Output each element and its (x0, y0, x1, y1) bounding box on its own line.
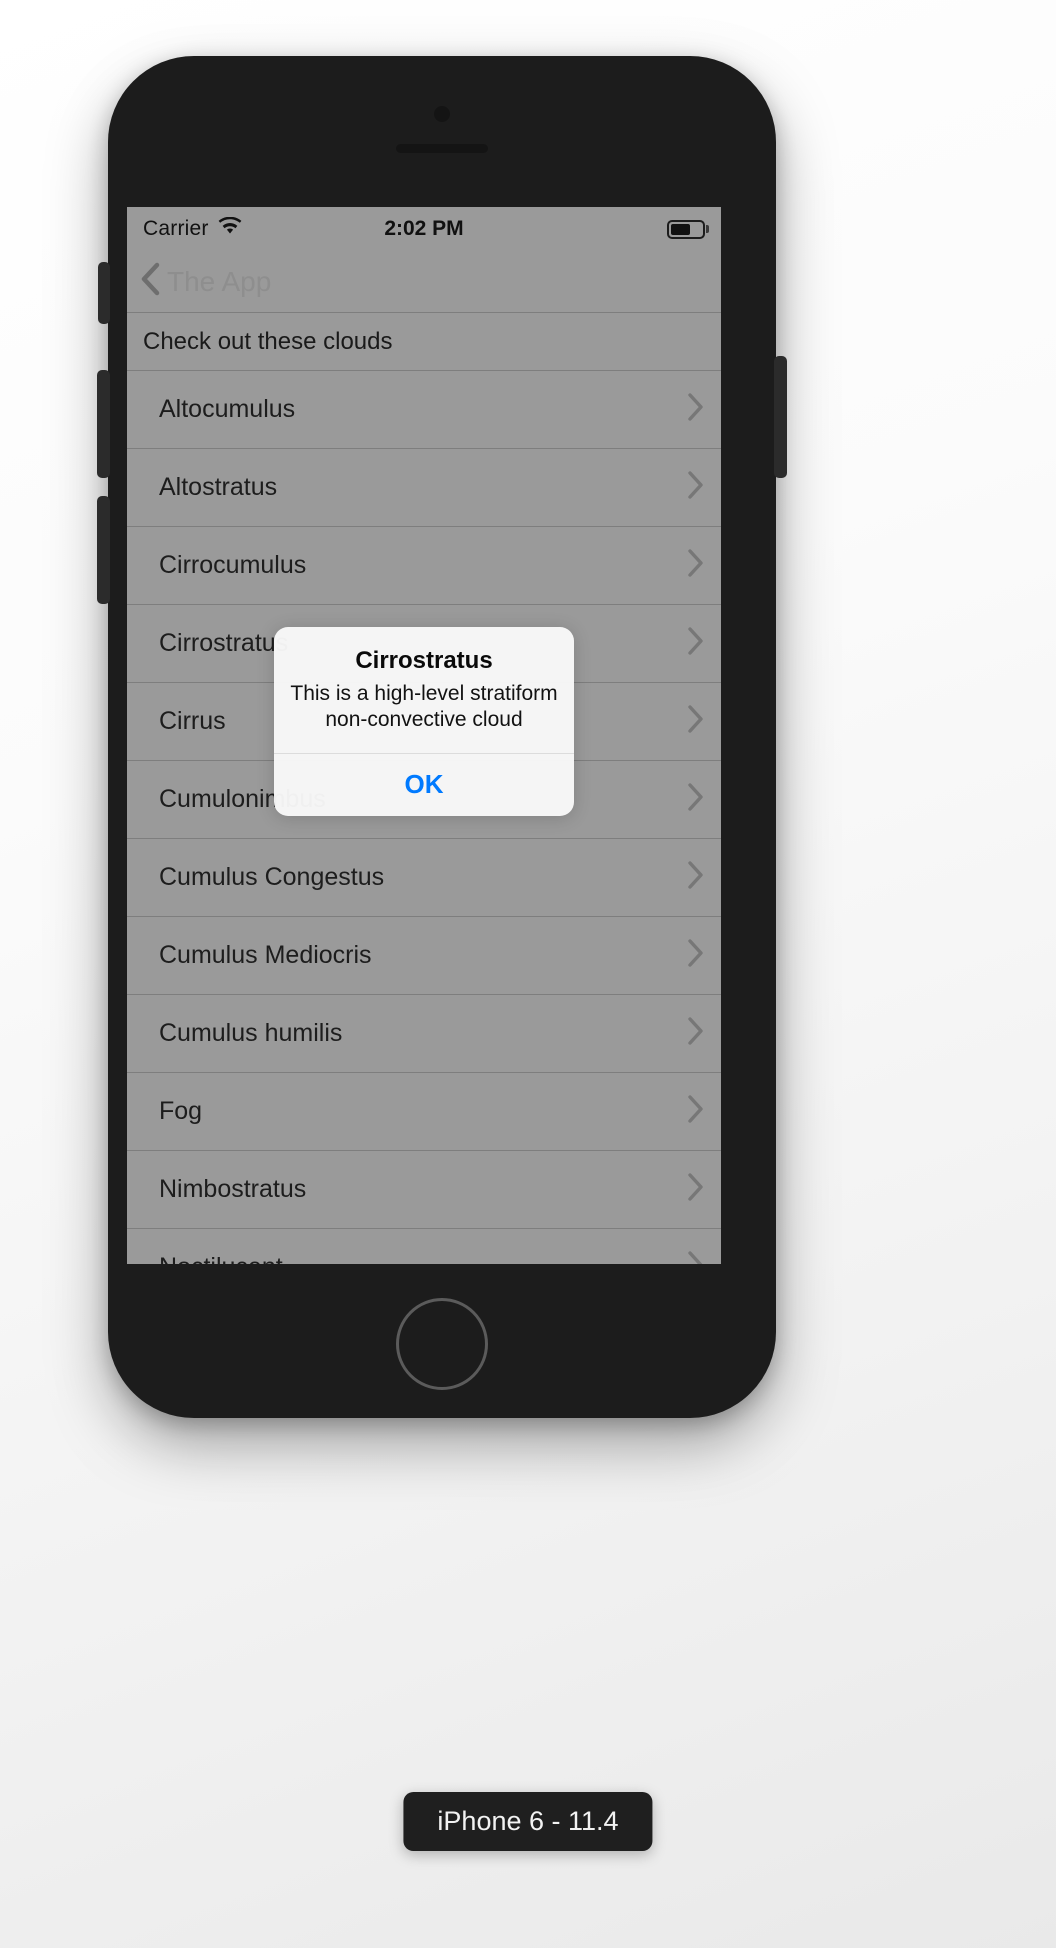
volume-up-button[interactable] (97, 370, 110, 478)
alert-dialog: Cirrostratus This is a high-level strati… (274, 627, 574, 816)
device-chassis: Carrier 2:02 PM The App Check out these … (97, 56, 787, 1418)
simulator-device-label: iPhone 6 - 11.4 (403, 1792, 653, 1851)
alert-body: Cirrostratus This is a high-level strati… (274, 627, 574, 752)
earpiece-speaker (396, 144, 488, 153)
alert-title: Cirrostratus (355, 647, 493, 675)
alert-ok-button[interactable]: OK (274, 754, 574, 816)
volume-down-button[interactable] (97, 496, 110, 604)
alert-overlay: Cirrostratus This is a high-level strati… (127, 207, 721, 1264)
simulator-window: Carrier 2:02 PM The App Check out these … (0, 0, 1056, 1948)
front-camera-icon (434, 106, 450, 122)
power-button[interactable] (774, 356, 787, 478)
home-button[interactable] (396, 1298, 488, 1390)
alert-message: This is a high-level stratiform non-conv… (290, 682, 558, 731)
mute-switch[interactable] (98, 262, 110, 324)
device-screen: Carrier 2:02 PM The App Check out these … (127, 207, 721, 1264)
